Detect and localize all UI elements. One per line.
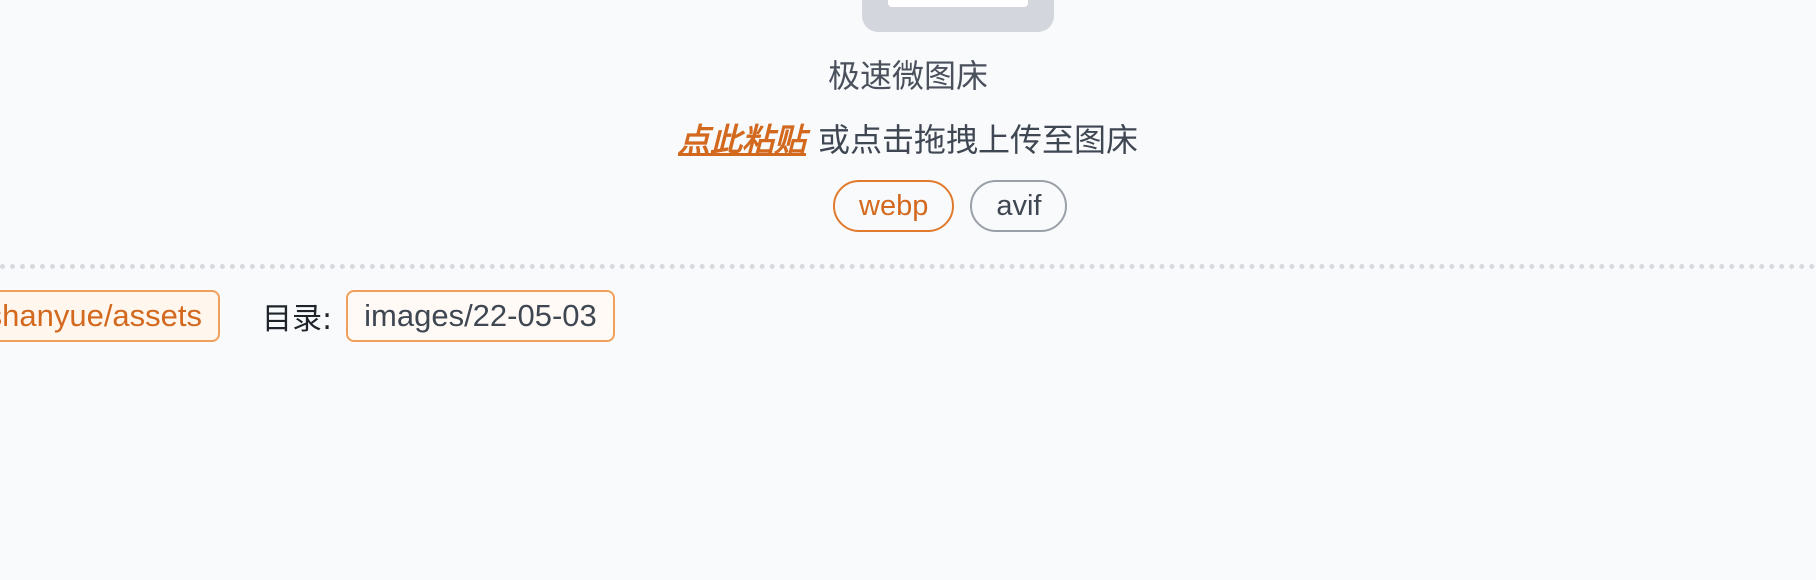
directory-label: 目录: bbox=[262, 302, 333, 337]
paste-link[interactable]: 点此粘贴 bbox=[678, 121, 806, 159]
format-avif-button[interactable]: avif bbox=[970, 180, 1068, 232]
app-title: 极速微图床 bbox=[827, 57, 988, 95]
uploader-page: 极速微图床 点此粘贴 或点击拖拽上传至图床 webp avif fshanyue/… bbox=[0, 0, 1816, 580]
format-webp-button[interactable]: webp bbox=[833, 180, 955, 232]
upload-image-icon[interactable] bbox=[862, 0, 1054, 32]
upload-hint-text: 或点击拖拽上传至图床 bbox=[818, 121, 1139, 159]
dotted-divider bbox=[0, 264, 1816, 269]
upload-hint-row: 点此粘贴 或点击拖拽上传至图床 bbox=[0, 120, 1816, 160]
repo-info-row: fshanyue/assets 目录: images/22-05-03 bbox=[0, 290, 615, 342]
upload-icon-frame bbox=[888, 0, 1028, 7]
directory-tag[interactable]: images/22-05-03 bbox=[346, 290, 615, 342]
repo-tag[interactable]: fshanyue/assets bbox=[0, 290, 221, 342]
format-toggle-group: webp avif bbox=[833, 180, 1068, 232]
